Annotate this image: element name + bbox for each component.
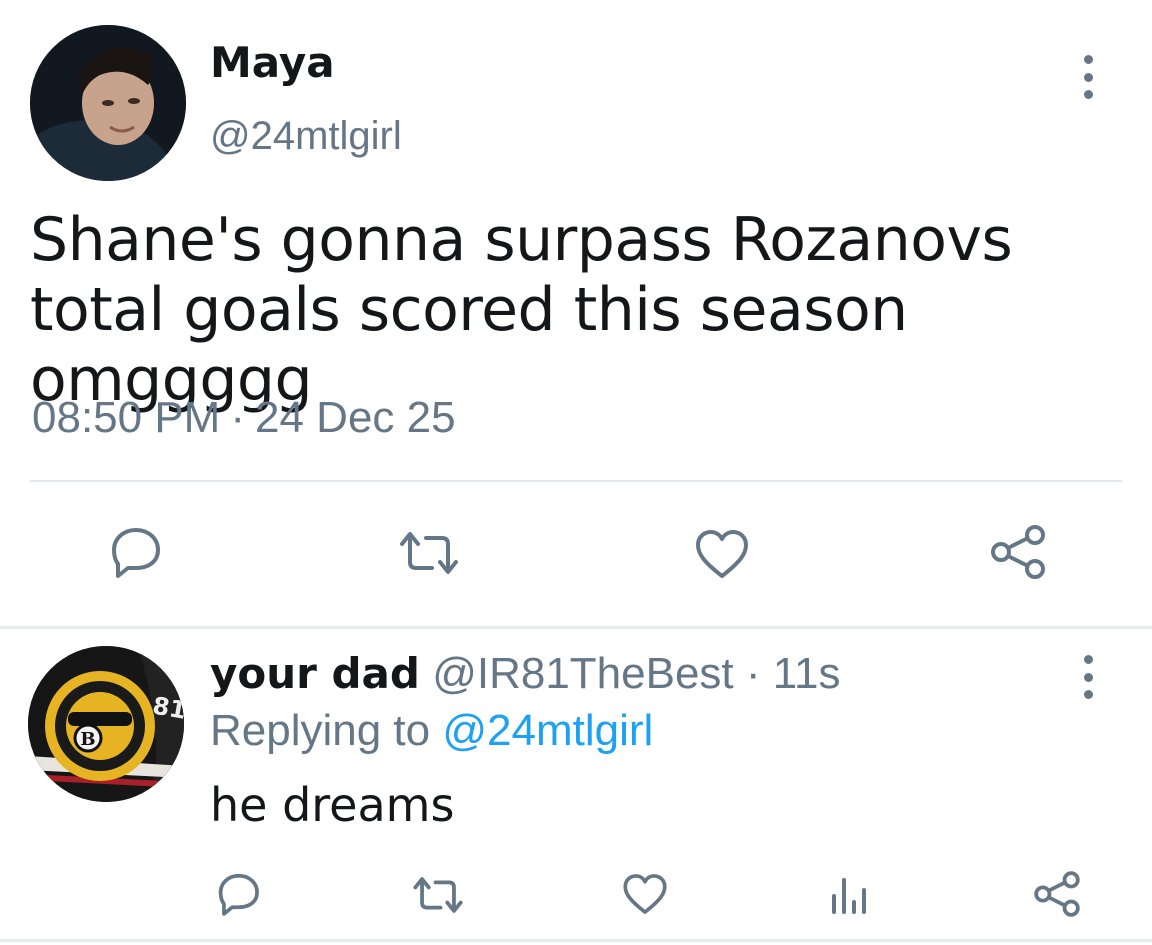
like-icon[interactable]: [694, 528, 750, 580]
replying-to-mention[interactable]: @24mtlgirl: [442, 706, 653, 755]
reply-author-name[interactable]: your dad: [210, 649, 420, 698]
tweet-timestamp: 08:50 PM · 24 Dec 25: [32, 393, 456, 443]
share-icon[interactable]: [988, 524, 1048, 580]
reply-more-options-icon[interactable]: [1078, 655, 1098, 699]
svg-text:B: B: [80, 729, 95, 750]
author-handle[interactable]: @24mtlgirl: [210, 114, 402, 159]
tweet-action-bar: [0, 520, 1152, 590]
reply-header: your dad @IR81TheBest · 11s: [210, 649, 840, 699]
replying-prefix: Replying to: [210, 706, 431, 755]
analytics-icon[interactable]: [828, 874, 870, 916]
timestamp-separator: ·: [230, 393, 245, 442]
reply-icon[interactable]: [214, 870, 262, 918]
avatar-photo: [30, 25, 186, 181]
retweet-icon[interactable]: [410, 874, 466, 916]
author-name[interactable]: Maya: [210, 38, 335, 87]
tweet-detail-page: Maya @24mtlgirl Shane's gonna surpass Ro…: [0, 0, 1152, 945]
replying-to-line: Replying to @24mtlgirl: [210, 706, 653, 756]
reply-text: he dreams: [210, 778, 455, 832]
more-options-icon[interactable]: [1078, 55, 1098, 99]
retweet-icon[interactable]: [396, 528, 462, 578]
share-icon[interactable]: [1032, 870, 1082, 918]
divider: [0, 626, 1152, 629]
like-icon[interactable]: [622, 872, 668, 916]
divider: [30, 480, 1122, 482]
svg-text:81: 81: [151, 691, 184, 724]
reply-icon[interactable]: [106, 524, 164, 580]
reply-action-bar: [0, 866, 1152, 922]
reply-time: 11s: [772, 649, 841, 698]
author-avatar[interactable]: [30, 25, 186, 181]
tweet-text: Shane's gonna surpass Rozanovs total goa…: [30, 205, 1013, 415]
tweet-date: 24 Dec 25: [255, 393, 456, 442]
reply-author-avatar[interactable]: B 81: [28, 646, 184, 802]
reply-separator: ·: [745, 649, 761, 698]
reply-author-handle[interactable]: @IR81TheBest: [432, 649, 733, 698]
divider: [0, 939, 1152, 942]
avatar-photo: B 81: [28, 646, 184, 802]
tweet-time: 08:50 PM: [32, 393, 221, 442]
